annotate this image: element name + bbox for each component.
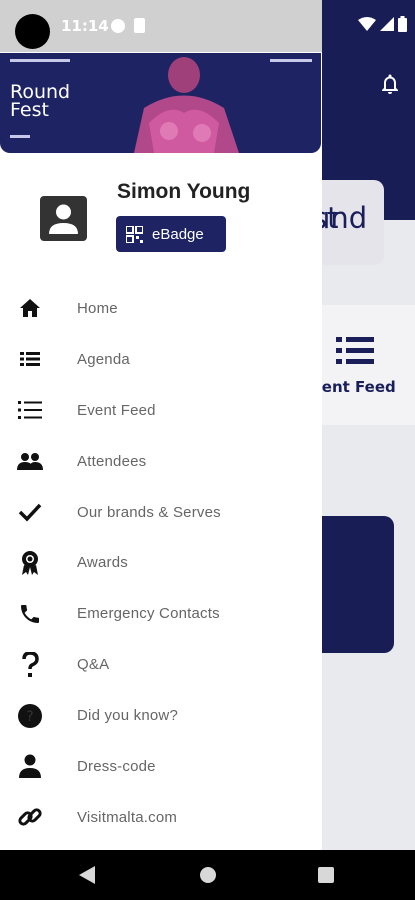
drawer-menu: Home Agenda Event Feed Attendees Our bra…: [0, 283, 322, 843]
info-circle-icon: ?: [17, 703, 43, 729]
svg-text:?: ?: [26, 709, 33, 725]
camera-cutout: [15, 14, 50, 49]
menu-item-agenda[interactable]: Agenda: [0, 334, 322, 385]
menu-item-home[interactable]: Home: [0, 283, 322, 334]
agenda-icon: [17, 346, 43, 372]
home-button-icon[interactable]: [200, 867, 216, 883]
battery-icon: [398, 16, 407, 32]
banner-logo-mark: [10, 59, 70, 62]
home-icon: [17, 295, 43, 321]
back-icon[interactable]: [79, 866, 95, 884]
award-icon: [17, 550, 43, 576]
menu-item-did-you-know[interactable]: ? Did you know?: [0, 690, 322, 741]
menu-item-visitmalta[interactable]: Visitmalta.com: [0, 792, 322, 843]
menu-item-dress-code[interactable]: Dress-code: [0, 741, 322, 792]
menu-item-label: Visitmalta.com: [77, 808, 178, 826]
menu-item-label: Agenda: [77, 350, 130, 368]
navigation-drawer: Round Fest Simon Young eBadge Home Agend…: [0, 0, 322, 850]
menu-item-brands[interactable]: Our brands & Serves: [0, 487, 322, 538]
link-icon: [17, 804, 43, 830]
menu-item-awards[interactable]: Awards: [0, 537, 322, 588]
banner-figure-image: [134, 57, 239, 153]
question-icon: [17, 651, 43, 678]
recent-apps-icon[interactable]: [318, 867, 334, 883]
menu-item-attendees[interactable]: Attendees: [0, 436, 322, 487]
wifi-icon: [358, 17, 376, 31]
phone-icon: [17, 601, 43, 627]
background-tile-label: vent Feed: [312, 378, 396, 396]
menu-item-qa[interactable]: Q&A: [0, 639, 322, 690]
qr-code-icon: [126, 225, 143, 243]
user-avatar-icon: [49, 204, 78, 234]
menu-item-label: Home: [77, 299, 118, 317]
ebadge-button[interactable]: eBadge: [116, 216, 226, 252]
status-bar: 11:14: [0, 0, 415, 52]
notification-icon: [111, 19, 125, 33]
check-icon: [17, 499, 43, 525]
banner-date-mark: [270, 59, 312, 62]
banner-title: Round Fest: [10, 81, 71, 121]
menu-item-event-feed[interactable]: Event Feed: [0, 385, 322, 436]
menu-item-label: Our brands & Serves: [77, 503, 221, 521]
list-icon: [336, 337, 374, 364]
event-banner: Round Fest: [0, 53, 321, 153]
people-icon: [17, 448, 43, 474]
menu-item-label: Emergency Contacts: [77, 605, 220, 623]
user-name: Simon Young: [117, 180, 251, 203]
menu-item-label: Awards: [77, 554, 128, 572]
person-icon: [17, 753, 43, 779]
ebadge-label: eBadge: [152, 225, 204, 243]
menu-item-emergency-contacts[interactable]: Emergency Contacts: [0, 588, 322, 639]
avatar: [40, 196, 87, 241]
menu-item-label: Attendees: [77, 452, 147, 470]
bell-icon[interactable]: [378, 72, 402, 96]
sd-card-icon: [134, 18, 145, 33]
signal-icon: [380, 17, 394, 31]
status-time: 11:14: [61, 17, 109, 35]
list-icon: [17, 397, 43, 423]
menu-item-label: Dress-code: [77, 757, 156, 775]
menu-item-label: Did you know?: [77, 707, 178, 725]
status-icons: [358, 16, 407, 32]
banner-footer-mark: [10, 135, 30, 138]
menu-item-label: Event Feed: [77, 401, 156, 419]
menu-item-label: Q&A: [77, 656, 110, 674]
